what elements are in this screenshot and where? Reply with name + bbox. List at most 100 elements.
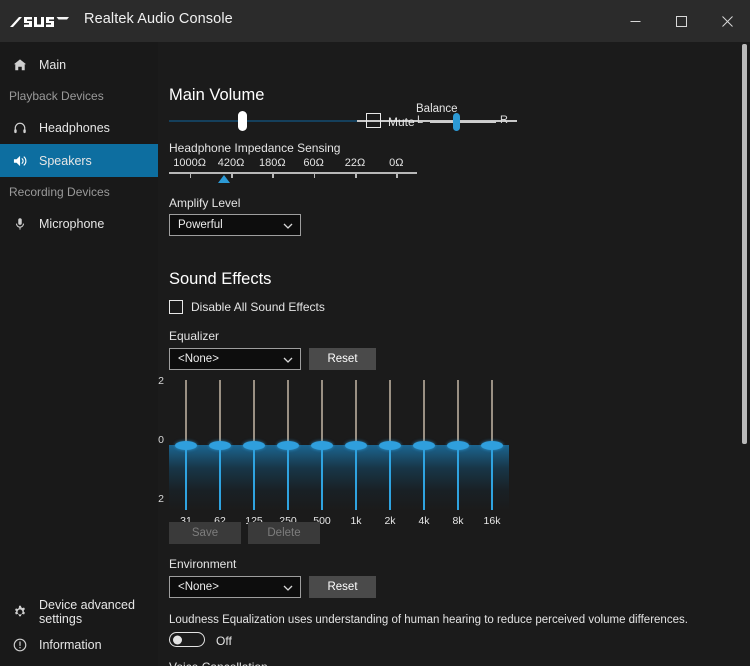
- equalizer-band-handle[interactable]: [413, 440, 435, 450]
- sidebar-item-main[interactable]: Main: [0, 48, 158, 81]
- impedance-tick: [396, 173, 398, 178]
- equalizer-band-track-upper: [321, 380, 323, 445]
- content-scrollbar[interactable]: [739, 42, 750, 666]
- equalizer-band-track-lower: [423, 445, 425, 510]
- equalizer-frequency-label: 16k: [483, 515, 501, 527]
- headphones-icon: [9, 118, 31, 138]
- equalizer-band-track-lower: [355, 445, 357, 510]
- equalizer-band-track-upper: [491, 380, 493, 445]
- info-icon: [9, 635, 31, 655]
- sidebar-item-information[interactable]: Information: [0, 628, 158, 661]
- equalizer-band[interactable]: [277, 380, 299, 510]
- title-bar-left-panel: [0, 0, 490, 42]
- equalizer-band-handle[interactable]: [277, 440, 299, 450]
- realtek-audio-console-window: Realtek Audio Console Main Playback Devi: [0, 0, 750, 666]
- chevron-down-icon: [283, 215, 293, 237]
- balance-slider-track[interactable]: [430, 121, 496, 123]
- equalizer-band-handle[interactable]: [345, 440, 367, 450]
- balance-slider-thumb[interactable]: [453, 113, 460, 131]
- microphone-icon: [9, 214, 31, 234]
- equalizer-frequency-label: 8k: [452, 515, 464, 527]
- scrollbar-thumb[interactable]: [742, 44, 747, 444]
- equalizer-band[interactable]: [175, 380, 197, 510]
- sidebar: Main Playback Devices Headphones Speaker…: [0, 42, 158, 666]
- impedance-tick-label: 22Ω: [344, 157, 366, 169]
- equalizer-band-track-lower: [389, 445, 391, 510]
- equalizer-axis-top: +12: [158, 375, 164, 387]
- toggle-knob: [173, 635, 182, 644]
- sidebar-item-headphones[interactable]: Headphones: [0, 111, 158, 144]
- main-volume-heading: Main Volume: [169, 86, 265, 104]
- sidebar-group-recording: Recording Devices: [9, 185, 110, 199]
- impedance-label: Headphone Impedance Sensing: [169, 141, 341, 155]
- sidebar-item-device-advanced-settings[interactable]: Device advanced settings: [0, 595, 158, 628]
- sidebar-bottom-group: Device advanced settings Information: [0, 595, 158, 661]
- sidebar-item-headphones-label: Headphones: [39, 120, 110, 135]
- impedance-tick: [272, 173, 274, 178]
- chevron-down-icon: [283, 349, 293, 371]
- equalizer-band-handle[interactable]: [311, 440, 333, 450]
- impedance-tick-label: 60Ω: [303, 157, 324, 169]
- loudness-equalization-toggle[interactable]: [169, 632, 205, 647]
- equalizer-band[interactable]: [413, 380, 435, 510]
- equalizer-band-track-lower: [287, 445, 289, 510]
- disable-all-sound-effects-label: Disable All Sound Effects: [191, 300, 325, 314]
- equalizer-band-handle[interactable]: [175, 440, 197, 450]
- equalizer-band[interactable]: [481, 380, 503, 510]
- close-button[interactable]: [704, 0, 750, 42]
- equalizer-band[interactable]: [209, 380, 231, 510]
- sidebar-item-microphone[interactable]: Microphone: [0, 207, 158, 240]
- equalizer-band-handle[interactable]: [243, 440, 265, 450]
- equalizer-band-handle[interactable]: [481, 440, 503, 450]
- equalizer-band-track-lower: [457, 445, 459, 510]
- disable-all-sound-effects-checkbox[interactable]: [169, 300, 183, 314]
- equalizer-band-track-lower: [491, 445, 493, 510]
- equalizer-band[interactable]: [447, 380, 469, 510]
- equalizer-band-track-upper: [423, 380, 425, 445]
- equalizer-save-button[interactable]: Save: [169, 522, 241, 544]
- main-volume-slider-track-filled[interactable]: [169, 120, 357, 122]
- equalizer-band-track-upper: [287, 380, 289, 445]
- amplify-level-label: Amplify Level: [169, 196, 241, 210]
- equalizer-band[interactable]: [345, 380, 367, 510]
- impedance-tick-label: 180Ω: [259, 157, 286, 169]
- equalizer-band-track-upper: [253, 380, 255, 445]
- environment-reset-button[interactable]: Reset: [309, 576, 376, 598]
- equalizer-preset-dropdown[interactable]: <None>: [169, 348, 301, 370]
- main-volume-slider-thumb[interactable]: [238, 111, 247, 131]
- equalizer-band-track-upper: [219, 380, 221, 445]
- equalizer-graph[interactable]: +12 0 -12: [158, 375, 509, 510]
- environment-dropdown[interactable]: <None>: [169, 576, 301, 598]
- sidebar-group-playback: Playback Devices: [9, 89, 104, 103]
- loudness-equalization-description: Loudness Equalization uses understanding…: [169, 614, 688, 626]
- sound-effects-heading: Sound Effects: [169, 270, 272, 288]
- equalizer-delete-button[interactable]: Delete: [248, 522, 320, 544]
- voice-cancellation-label: Voice Cancellation: [169, 660, 268, 666]
- minimize-button[interactable]: [612, 0, 658, 42]
- equalizer-band-track-lower: [185, 445, 187, 510]
- impedance-tick: [355, 173, 357, 178]
- equalizer-band-track-upper: [457, 380, 459, 445]
- environment-value: <None>: [178, 581, 219, 593]
- equalizer-band[interactable]: [379, 380, 401, 510]
- mute-checkbox[interactable]: [366, 113, 381, 128]
- sidebar-item-device-advanced-settings-label: Device advanced settings: [39, 597, 135, 626]
- chevron-down-icon: [283, 577, 293, 599]
- equalizer-band-track-upper: [389, 380, 391, 445]
- impedance-tick-label: 420Ω: [217, 157, 245, 169]
- sidebar-item-speakers-label: Speakers: [39, 153, 92, 168]
- equalizer-band[interactable]: [311, 380, 333, 510]
- equalizer-frequency-label: 1k: [350, 515, 362, 527]
- equalizer-axis-bottom: -12: [158, 493, 164, 505]
- equalizer-band-handle[interactable]: [447, 440, 469, 450]
- maximize-button[interactable]: [658, 0, 704, 42]
- equalizer-reset-button[interactable]: Reset: [309, 348, 376, 370]
- equalizer-band-handle[interactable]: [209, 440, 231, 450]
- equalizer-band-handle[interactable]: [379, 440, 401, 450]
- environment-label: Environment: [169, 557, 237, 571]
- sidebar-item-microphone-label: Microphone: [39, 216, 105, 231]
- equalizer-band[interactable]: [243, 380, 265, 510]
- sidebar-item-speakers[interactable]: Speakers: [0, 144, 158, 177]
- impedance-tick: [189, 173, 192, 178]
- amplify-level-dropdown[interactable]: Powerful: [169, 214, 301, 236]
